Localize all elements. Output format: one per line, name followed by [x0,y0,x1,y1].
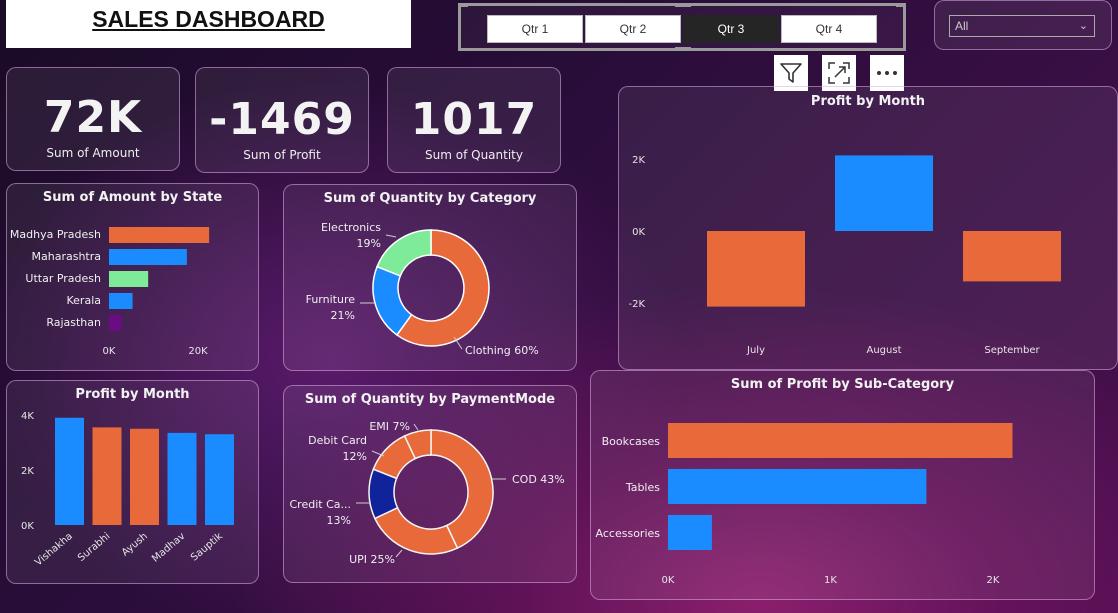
quantity-by-category-card: Sum of Quantity by Category Clothing 60%… [283,184,577,371]
y-tick-label: 2K [632,155,645,166]
subcat-label: Bookcases [602,435,661,448]
month-bar [963,231,1061,282]
month-bar [707,231,805,307]
dropdown-value: All [955,19,969,33]
slice-pct: 19% [357,237,381,250]
donut-slice [376,229,432,277]
quantity-by-category-chart: Clothing 60% Furniture 21% Electronics 19% [306,221,539,357]
subcat-bar [668,469,927,504]
y-tick-label: 0K [632,227,645,238]
kpi-card-amount: 72K Sum of Amount [6,67,180,171]
y-tick-label: 0K [21,521,34,532]
x-tick-label: 2K [987,575,1000,586]
kpi-card-quantity: 1017 Sum of Quantity [387,67,561,173]
quarter-slicer[interactable]: Qtr 1 Qtr 2 Qtr 3 Qtr 4 [458,3,906,51]
subcat-label: Accessories [596,527,661,540]
state-bar [109,315,122,331]
x-tick-label: Surabhi [76,531,112,564]
person-bar [92,427,122,525]
slice-label: Clothing 60% [465,344,539,357]
slice-label: Furniture [306,293,356,306]
x-tick-label: August [867,345,902,356]
x-tick-label: 20K [188,346,208,357]
leader-line [395,549,403,558]
person-bar [130,428,159,525]
filter-dropdown[interactable]: All ⌄ [949,15,1095,37]
kpi-label: Sum of Profit [243,148,321,162]
slice-pct: 12% [343,450,367,463]
dashboard-title: SALES DASHBOARD [92,6,325,32]
state-label: Maharashtra [32,250,102,263]
state-label: Kerala [67,294,102,307]
person-bar [55,417,84,525]
y-tick-label: -2K [628,299,645,310]
kpi-card-profit: -1469 Sum of Profit [195,67,369,173]
resize-handle[interactable] [458,3,468,7]
resize-handle[interactable] [675,3,691,7]
subcat-bar [668,515,712,550]
profit-by-person-card: Profit by Month 4K 2K 0K Vishakha Surabhi Ayu… [6,380,259,584]
qtr-2-button[interactable]: Qtr 2 [585,15,681,43]
profit-by-month-chart: 2K 0K -2K July August September [628,155,1061,356]
person-bar [167,432,197,525]
state-label: Uttar Pradesh [25,272,101,285]
profit-by-month-card: Profit by Month 2K 0K -2K July August Septemb… [618,86,1118,370]
slice-label: Credit Ca... [290,498,352,511]
y-tick-label: 2K [21,466,34,477]
state-label: Madhya Pradesh [10,228,101,241]
kpi-label: Sum of Amount [46,146,140,160]
x-tick-label: 1K [824,575,837,586]
resize-handle[interactable] [896,3,906,7]
amount-by-state-chart: Madhya Pradesh Maharashtra Uttar Pradesh Ke… [10,227,210,357]
chevron-down-icon[interactable]: ⌄ [1079,16,1088,36]
slice-label: EMI 7% [369,420,410,433]
leader-line [413,423,419,431]
qtr-4-button[interactable]: Qtr 4 [781,15,877,43]
slice-pct: 21% [331,309,355,322]
x-tick-label: July [746,345,765,356]
filter-dropdown-card: All ⌄ [934,0,1112,50]
state-label: Rajasthan [46,316,101,329]
x-tick-label: 0K [662,575,675,586]
profit-by-person-chart: 4K 2K 0KVishakha Surabhi Ayush Madhav Sauptik [21,411,234,569]
y-tick-label: 4K [21,411,34,422]
kpi-label: Sum of Quantity [425,148,523,162]
x-tick-label: Vishakha [33,531,75,569]
resize-handle[interactable] [675,47,691,51]
leader-line [385,234,397,238]
qtr-1-button[interactable]: Qtr 1 [487,15,583,43]
x-tick-label: Madhav [150,531,187,565]
slice-label: UPI 25% [349,553,395,566]
qtr-3-button[interactable]: Qtr 3 [683,15,779,43]
slice-label: Debit Card [308,434,367,447]
slice-label: COD 43% [512,473,565,486]
x-tick-label: 0K [103,346,116,357]
state-bar [109,271,149,287]
kpi-value: 1017 [410,94,538,145]
slice-pct: 13% [327,514,351,527]
x-tick-label: Ayush [120,531,150,559]
profit-by-subcategory-chart: Bookcases Tables Accessories 0K 1K 2K [596,423,1013,586]
amount-by-state-card: Sum of Amount by State Madhya Pradesh Mah… [6,183,259,371]
profit-by-subcategory-card: Sum of Profit by Sub-Category Bookcases T… [590,370,1095,600]
x-tick-label: Sauptik [189,531,225,564]
dashboard-title-box: SALES DASHBOARD [6,0,411,48]
person-bar [205,434,234,525]
kpi-value: -1469 [209,94,355,145]
kpi-value: 72K [43,92,143,143]
subcat-label: Tables [625,481,660,494]
donut-slice [373,506,459,555]
state-bar [109,293,133,309]
slice-label: Electronics [321,221,381,234]
quantity-by-paymentmode-chart: COD 43% UPI 25% Credit Ca... 13% Debit Card 1… [290,420,565,566]
x-tick-label: September [984,345,1040,356]
month-bar [835,155,933,231]
subcat-bar [668,423,1013,458]
state-bar [109,227,210,243]
quantity-by-paymentmode-card: Sum of Quantity by PaymentMode COD 43% UP… [283,385,577,583]
state-bar [109,249,187,265]
